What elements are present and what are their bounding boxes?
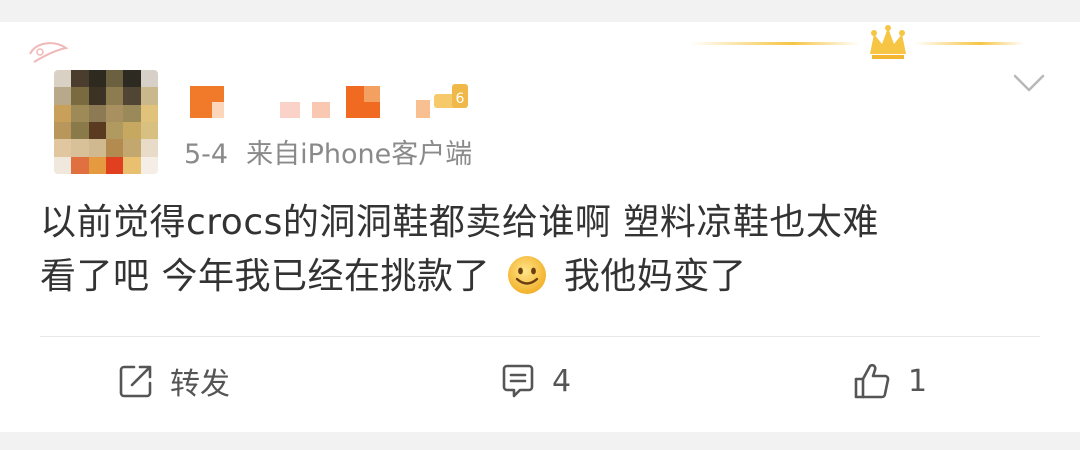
post-text-line-2a: 看了吧 今年我已经在挑款了 bbox=[40, 256, 490, 297]
comment-button[interactable]: 4 bbox=[500, 356, 571, 406]
post-text-line-2b: 我他妈变了 bbox=[563, 256, 747, 297]
post-source: 来自iPhone客户端 bbox=[246, 139, 473, 170]
comment-icon bbox=[502, 364, 534, 398]
post-text-line-2: 看了吧 今年我已经在挑款了 我他妈变了 bbox=[40, 250, 1050, 304]
crown-line-left bbox=[690, 42, 860, 45]
avatar[interactable] bbox=[54, 70, 158, 174]
post-text: 以前觉得crocs的洞洞鞋都卖给谁啊 塑料凉鞋也太难 看了吧 今年我已经在挑款了… bbox=[40, 196, 1050, 304]
repost-label: 转发 bbox=[170, 367, 230, 402]
thumbs-up-icon bbox=[854, 363, 890, 399]
like-count: 1 bbox=[908, 363, 928, 399]
decoration-icon bbox=[29, 42, 69, 63]
post-meta: 5-4 来自iPhone客户端 bbox=[184, 132, 472, 171]
smile-emoji-icon bbox=[507, 256, 546, 294]
level-badge-icon: 6 bbox=[434, 84, 468, 108]
divider bbox=[40, 336, 1040, 337]
like-button[interactable]: 1 bbox=[852, 356, 927, 406]
comment-count: 4 bbox=[552, 363, 572, 399]
post-text-line-1: 以前觉得crocs的洞洞鞋都卖给谁啊 塑料凉鞋也太难 bbox=[40, 202, 879, 243]
chevron-down-icon[interactable] bbox=[1012, 72, 1046, 94]
level-badge-number: 6 bbox=[456, 91, 465, 107]
repost-button[interactable]: 转发 bbox=[118, 356, 230, 406]
repost-icon bbox=[119, 365, 152, 398]
username[interactable] bbox=[190, 86, 430, 118]
crown-line-right bbox=[914, 42, 1024, 45]
post-date: 5-4 bbox=[184, 139, 229, 170]
crown-icon bbox=[870, 25, 906, 59]
